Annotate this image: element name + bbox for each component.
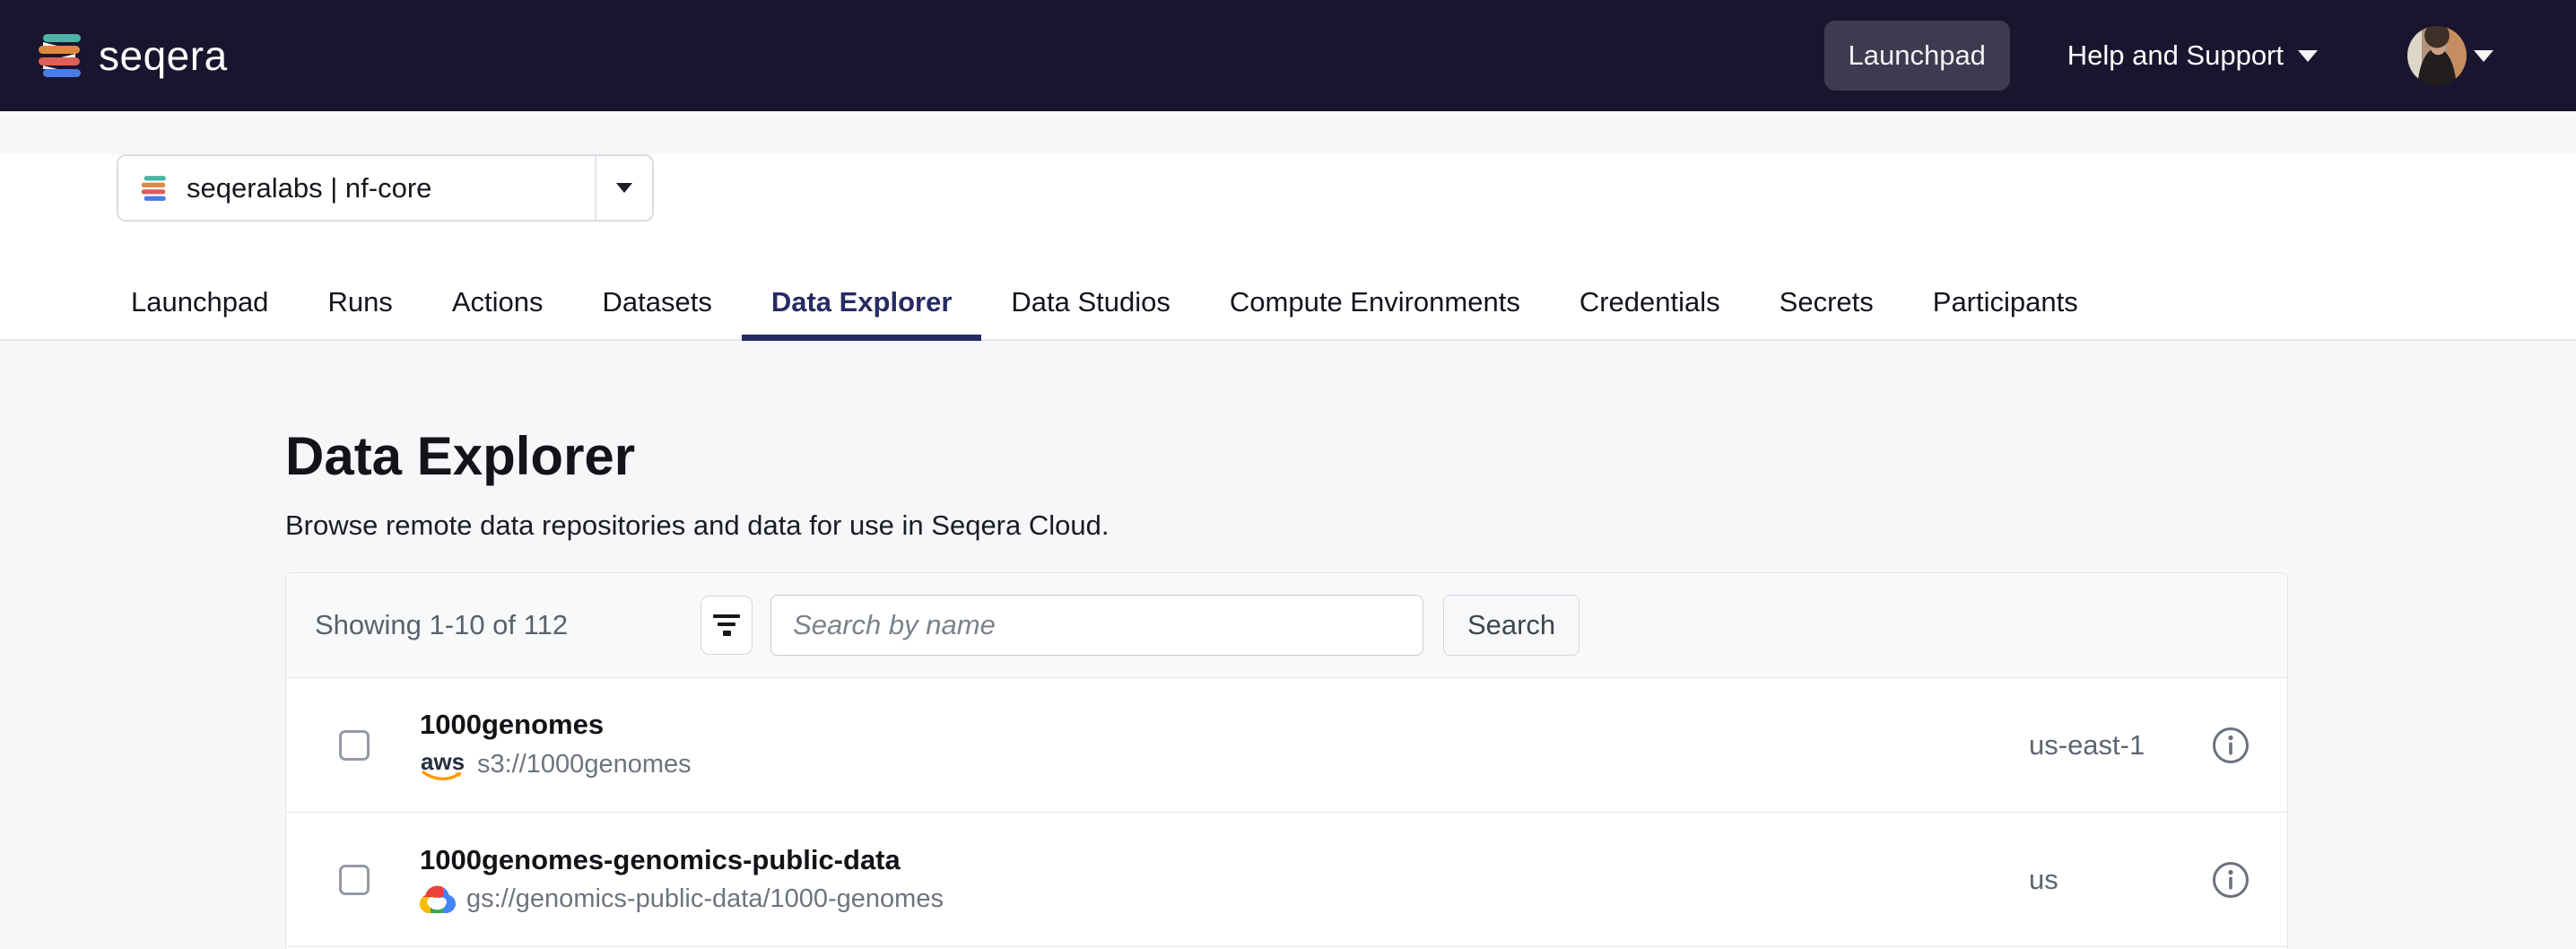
filter-button[interactable] — [701, 596, 753, 655]
user-menu[interactable] — [2407, 26, 2493, 85]
top-navbar: seqera Launchpad Help and Support — [0, 0, 2576, 111]
avatar[interactable] — [2407, 26, 2467, 85]
tab-runs[interactable]: Runs — [298, 257, 422, 341]
region-label: us — [2029, 864, 2058, 896]
table-row[interactable]: 1000genomes aws s3://1000genomes us-east… — [286, 678, 2287, 813]
tab-participants[interactable]: Participants — [1903, 257, 2108, 341]
row-checkbox[interactable] — [339, 730, 370, 761]
info-button[interactable] — [2211, 726, 2250, 765]
tab-data-explorer[interactable]: Data Explorer — [742, 257, 982, 341]
info-button[interactable] — [2211, 860, 2250, 900]
tab-data-studios[interactable]: Data Studios — [981, 257, 1200, 341]
workspace-selector[interactable]: seqeralabs | nf-core — [117, 154, 654, 222]
bucket-name[interactable]: 1000genomes — [420, 710, 692, 740]
launchpad-button[interactable]: Launchpad — [1824, 21, 2010, 91]
tab-actions[interactable]: Actions — [422, 257, 573, 341]
bucket-uri: gs://genomics-public-data/1000-genomes — [466, 884, 944, 914]
region-label: us-east-1 — [2029, 729, 2145, 762]
workspace-dropdown-toggle[interactable] — [595, 156, 652, 220]
info-icon — [2211, 860, 2250, 900]
pagination-summary: Showing 1-10 of 112 — [315, 609, 568, 641]
chevron-down-icon — [616, 183, 632, 193]
workspace-header: seqeralabs | nf-core Launchpad Runs Acti… — [0, 154, 2576, 341]
svg-text:aws: aws — [421, 749, 465, 775]
seqera-logo-icon — [36, 32, 83, 79]
tab-compute-environments[interactable]: Compute Environments — [1200, 257, 1550, 341]
table-toolbar: Showing 1-10 of 112 Search — [286, 573, 2287, 678]
workspace-selected-label: seqeralabs | nf-core — [187, 172, 431, 205]
info-icon — [2211, 726, 2250, 765]
chevron-down-icon — [2474, 50, 2493, 62]
bucket-uri: s3://1000genomes — [477, 750, 692, 779]
page-subtitle: Browse remote data repositories and data… — [285, 509, 2576, 542]
google-cloud-icon — [420, 885, 456, 914]
tab-launchpad[interactable]: Launchpad — [101, 257, 298, 341]
chevron-down-icon — [2298, 50, 2318, 62]
bucket-name[interactable]: 1000genomes-genomics-public-data — [420, 845, 944, 875]
table-row[interactable]: 1000genomes-genomics-public-data — [286, 813, 2287, 947]
aws-icon: aws — [420, 749, 466, 781]
search-button[interactable]: Search — [1443, 595, 1580, 656]
data-explorer-page: Data Explorer Browse remote data reposit… — [0, 341, 2576, 947]
brand-wordmark: seqera — [99, 31, 228, 80]
search-input[interactable] — [770, 595, 1423, 656]
seqera-logo-icon — [140, 175, 167, 202]
brand[interactable]: seqera — [36, 31, 228, 80]
filter-icon — [713, 614, 740, 636]
data-explorer-table: Showing 1-10 of 112 Search 1000genomes a… — [285, 572, 2288, 949]
tab-datasets[interactable]: Datasets — [572, 257, 741, 341]
tab-secrets[interactable]: Secrets — [1750, 257, 1903, 341]
tab-credentials[interactable]: Credentials — [1550, 257, 1750, 341]
help-and-support-label: Help and Support — [2067, 39, 2284, 72]
help-and-support-menu[interactable]: Help and Support — [2067, 39, 2318, 72]
workspace-tabs: Launchpad Runs Actions Datasets Data Exp… — [0, 257, 2576, 341]
page-title: Data Explorer — [285, 429, 2576, 484]
row-checkbox[interactable] — [339, 865, 370, 895]
